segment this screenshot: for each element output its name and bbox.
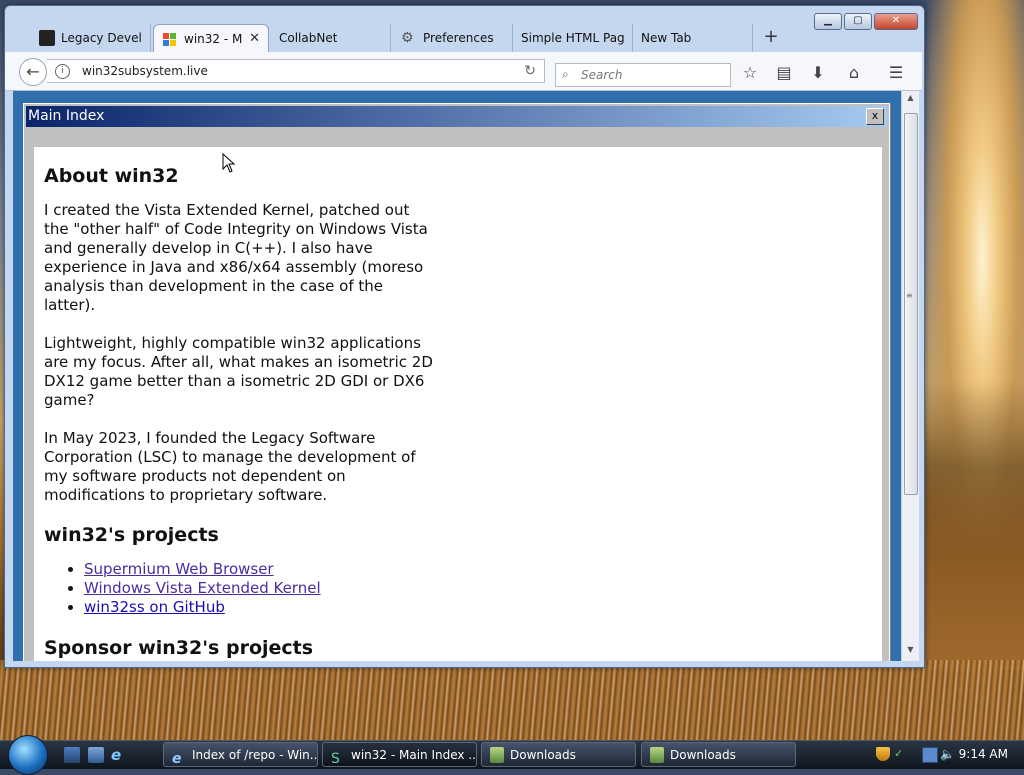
show-desktop-icon[interactable] [64,747,80,763]
back-arrow-icon: ← [26,62,40,81]
window-title: Main Index [28,108,105,124]
address-bar[interactable]: i win32subsystem.live ↻ [47,59,545,83]
tab-simple-html-page[interactable]: Simple HTML Page [513,24,633,52]
taskbar-label: Index of /repo - Win... [192,748,318,762]
legacy-favicon-icon [39,30,55,46]
network-icon[interactable] [922,747,938,763]
about-paragraph-2: Lightweight, highly compatible win32 app… [44,334,433,409]
system-tray: ✓ 🔈 9:14 AM [868,741,1024,769]
tab-collabnet[interactable]: CollabNet [271,24,391,52]
taskbar-label: win32 - Main Index ... [351,748,477,762]
tab-label: win32 - Ma [184,31,243,46]
new-tab-button[interactable]: + [761,26,781,47]
taskbar-button-index-of-repo[interactable]: e Index of /repo - Win... [163,742,318,767]
taskbar-button-downloads-1[interactable]: Downloads [481,742,636,767]
scrollbar-thumb[interactable] [904,113,918,495]
taskbar: e e Index of /repo - Win... S win32 - Ma… [0,735,1024,775]
list-item: Supermium Web Browser [84,560,872,579]
github-link[interactable]: win32ss on GitHub [84,598,225,616]
taskbar-label: Downloads [670,748,736,762]
wallpaper-grass-bottom [0,660,1024,740]
vista-extended-kernel-link[interactable]: Windows Vista Extended Kernel [84,579,321,597]
tab-label: CollabNet [279,31,338,45]
projects-heading: win32's projects [44,524,219,546]
scroll-up-icon[interactable]: ▲ [902,93,919,107]
tab-label: Simple HTML Page [521,31,624,45]
search-box[interactable]: ⌕ Search [555,63,731,87]
folder-icon [490,747,504,763]
start-button[interactable] [8,735,48,775]
scroll-down-icon[interactable]: ▼ [902,645,919,659]
security-shield-icon[interactable] [876,747,890,761]
ie-icon: e [172,751,182,767]
main-index-window: Main Index x About win32 I created the V… [23,103,890,661]
bookmark-star-icon[interactable]: ☆ [739,62,761,84]
taskbar-label: Downloads [510,748,576,762]
list-item: Windows Vista Extended Kernel [84,579,872,598]
supermium-link[interactable]: Supermium Web Browser [84,560,274,578]
clock[interactable]: 9:14 AM [959,747,1008,761]
update-icon[interactable]: ✓ [894,747,908,761]
projects-list: Supermium Web Browser Windows Vista Exte… [44,560,872,617]
tab-legacy-developer[interactable]: Legacy Develo [31,24,151,52]
reading-list-icon[interactable]: ▤ [773,62,795,84]
window-controls: ▁ ▢ ✕ [814,13,918,30]
switch-windows-icon[interactable] [88,747,104,763]
search-icon: ⌕ [562,67,569,81]
about-heading: About win32 [44,165,179,187]
close-tab-icon[interactable]: ✕ [249,31,260,46]
close-window-button[interactable]: ✕ [874,13,918,30]
tab-label: New Tab [641,31,692,45]
browser-icon: S [331,751,340,767]
folder-icon [650,747,664,763]
taskbar-button-win32-main-index[interactable]: S win32 - Main Index ... [322,742,477,767]
gear-icon: ⚙ [401,30,414,46]
tab-label: Preferences [423,31,494,45]
windows-flag-icon [162,31,178,47]
taskbar-button-downloads-2[interactable]: Downloads [641,742,796,767]
sponsor-heading: Sponsor win32's projects [44,637,314,659]
tab-bar: Legacy Develo win32 - Ma ✕ CollabNet ⚙ P… [5,6,924,52]
search-placeholder: Search [581,68,623,82]
page-content: About win32 I created the Vista Extended… [34,147,882,661]
tab-win32-main-index[interactable]: win32 - Ma ✕ [153,24,269,52]
tab-new-tab[interactable]: New Tab [633,24,753,52]
about-paragraph-1: I created the Vista Extended Kernel, pat… [44,201,428,314]
back-button[interactable]: ← [19,58,47,86]
about-paragraph-3: In May 2023, I founded the Legacy Softwa… [44,429,416,504]
maximize-button[interactable]: ▢ [844,13,872,30]
main-index-titlebar: Main Index x [26,106,887,127]
vertical-scrollbar[interactable]: ▲ ≡ ▼ [901,91,919,661]
home-icon[interactable]: ⌂ [843,62,865,84]
tab-preferences[interactable]: ⚙ Preferences [393,24,513,52]
browser-window: Legacy Develo win32 - Ma ✕ CollabNet ⚙ P… [4,5,925,668]
menu-icon[interactable]: ☰ [885,62,907,84]
scrollbar-grip-icon: ≡ [906,291,913,300]
page-viewport: Main Index x About win32 I created the V… [13,91,901,661]
url-text: win32subsystem.live [82,64,208,78]
tab-label: Legacy Develo [61,31,142,45]
list-item: win32ss on GitHub [84,598,872,617]
wallpaper-grass-right [924,380,1024,670]
close-icon[interactable]: x [866,108,884,125]
ie-quicklaunch-icon[interactable]: e [111,747,127,763]
downloads-icon[interactable]: ⬇ [807,62,829,84]
volume-muted-icon[interactable]: 🔈 [940,747,955,761]
minimize-button[interactable]: ▁ [814,13,842,30]
mouse-cursor-icon [222,153,236,173]
navigation-toolbar: ← i win32subsystem.live ↻ ⌕ Search ☆ ▤ ⬇… [5,52,922,91]
info-icon[interactable]: i [55,64,70,79]
reload-icon[interactable]: ↻ [524,63,536,79]
